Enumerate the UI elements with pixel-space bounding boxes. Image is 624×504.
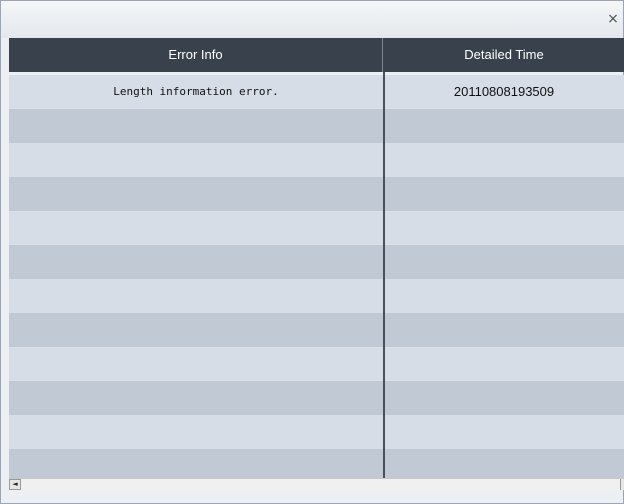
error-info-cell (9, 211, 383, 245)
close-icon[interactable]: × (605, 10, 621, 28)
table-row[interactable] (9, 313, 624, 347)
error-log-dialog: × Error Info Detailed Time Length inform… (0, 0, 624, 504)
detailed-time-cell (383, 449, 624, 478)
error-info-cell: Length information error. (113, 85, 279, 98)
table-row[interactable] (9, 177, 624, 211)
table-header: Error Info Detailed Time (9, 38, 624, 72)
table-body: Length information error. 20110808193509 (9, 75, 624, 478)
error-info-cell (9, 449, 383, 478)
table-row[interactable] (9, 449, 624, 478)
error-table: Error Info Detailed Time Length informat… (9, 38, 624, 478)
detailed-time-cell (383, 177, 624, 211)
detailed-time-cell (383, 381, 624, 415)
scroll-right-edge[interactable] (620, 479, 624, 490)
error-info-cell (9, 347, 383, 381)
error-info-cell (9, 381, 383, 415)
error-info-cell (9, 313, 383, 347)
table-row[interactable] (9, 143, 624, 177)
column-divider[interactable] (383, 72, 385, 478)
title-bar: × (1, 1, 623, 38)
table-row[interactable] (9, 381, 624, 415)
table-row[interactable] (9, 347, 624, 381)
table-row[interactable] (9, 211, 624, 245)
detailed-time-cell (383, 211, 624, 245)
detailed-time-cell (383, 279, 624, 313)
column-header-detailed-time[interactable]: Detailed Time (383, 38, 624, 72)
scroll-left-arrow-icon[interactable]: ◄ (9, 479, 21, 490)
error-info-cell (9, 177, 383, 211)
detailed-time-cell (383, 313, 624, 347)
error-info-cell (9, 245, 383, 279)
horizontal-scrollbar[interactable]: ◄ (9, 478, 624, 490)
detailed-time-cell: 20110808193509 (453, 84, 555, 99)
detailed-time-cell (383, 245, 624, 279)
table-row[interactable] (9, 415, 624, 449)
table-row[interactable]: Length information error. 20110808193509 (9, 75, 624, 109)
detailed-time-cell (383, 415, 624, 449)
error-info-cell (9, 143, 383, 177)
detailed-time-cell (383, 143, 624, 177)
error-info-cell (9, 109, 383, 143)
column-header-error-info[interactable]: Error Info (9, 38, 383, 72)
detailed-time-cell (383, 347, 624, 381)
detailed-time-cell (383, 109, 624, 143)
table-row[interactable] (9, 279, 624, 313)
error-info-cell (9, 415, 383, 449)
table-row[interactable] (9, 109, 624, 143)
error-info-cell (9, 279, 383, 313)
table-row[interactable] (9, 245, 624, 279)
